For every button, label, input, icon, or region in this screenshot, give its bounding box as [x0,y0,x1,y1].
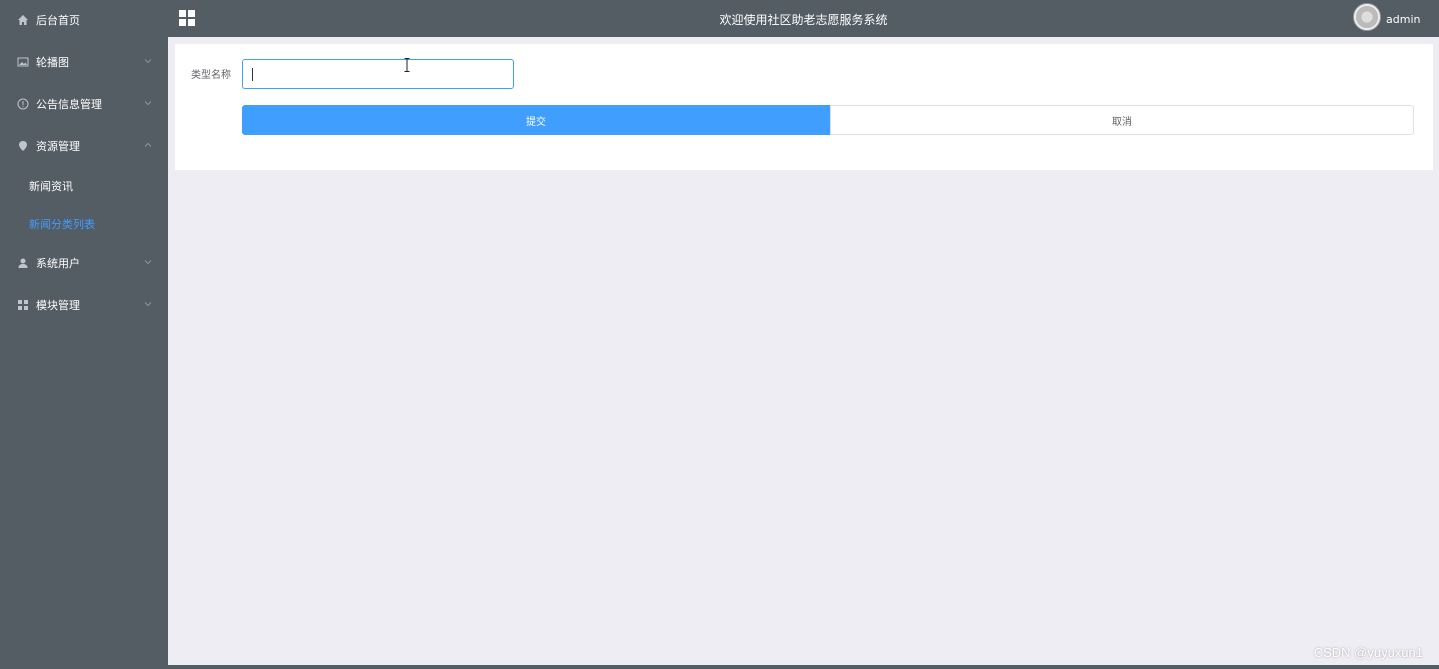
sidebar: 后台首页 轮播图 公告信息管理 资源管理 新闻资讯 新闻分类列表 系统用户 模块… [0,0,168,669]
type-name-field[interactable] [242,59,514,89]
chevron-down-icon [144,101,152,106]
cancel-button[interactable]: 取消 [830,105,1414,135]
location-icon [17,140,29,152]
watermark: CSDN @yuyuxun1 [1313,645,1423,660]
type-name-label: 类型名称 [191,70,231,81]
sidebar-item-users[interactable]: 系统用户 [0,248,168,278]
user-icon [17,257,29,269]
sidebar-item-label: 后台首页 [36,14,80,27]
text-caret [252,68,253,81]
page-title: 欢迎使用社区助老志愿服务系统 [719,13,888,27]
sidebar-item-notice[interactable]: 公告信息管理 [0,89,168,119]
home-icon [17,14,29,26]
sidebar-item-home[interactable]: 后台首页 [0,5,168,35]
submit-button[interactable]: 提交 [242,105,830,135]
window-bottom-edge [0,665,1439,669]
chevron-down-icon [144,59,152,64]
chevron-down-icon [144,260,152,265]
text-cursor-icon [404,58,410,72]
avatar[interactable] [1353,3,1381,31]
username[interactable]: admin [1386,13,1420,26]
chevron-up-icon [144,142,152,147]
form-panel: 类型名称 提交 取消 [175,44,1433,170]
sidebar-subitem-label: 新闻资讯 [29,180,73,193]
sidebar-item-resources[interactable]: 资源管理 [0,131,168,161]
sidebar-item-label: 资源管理 [36,140,80,153]
picture-icon [17,56,29,68]
header: 欢迎使用社区助老志愿服务系统 admin [168,0,1439,37]
info-icon [17,98,29,110]
sidebar-item-label: 模块管理 [36,299,80,312]
sidebar-item-modules[interactable]: 模块管理 [0,290,168,320]
sidebar-subitem-label: 新闻分类列表 [29,218,95,231]
type-name-input[interactable] [243,60,513,88]
sidebar-item-label: 轮播图 [36,56,69,69]
sidebar-item-label: 公告信息管理 [36,98,102,111]
sidebar-subitem-news-category[interactable]: 新闻分类列表 [0,210,168,238]
sidebar-item-carousel[interactable]: 轮播图 [0,47,168,77]
sidebar-subitem-news[interactable]: 新闻资讯 [0,172,168,200]
sidebar-item-label: 系统用户 [36,257,80,270]
menu-icon [17,299,29,311]
chevron-down-icon [144,302,152,307]
